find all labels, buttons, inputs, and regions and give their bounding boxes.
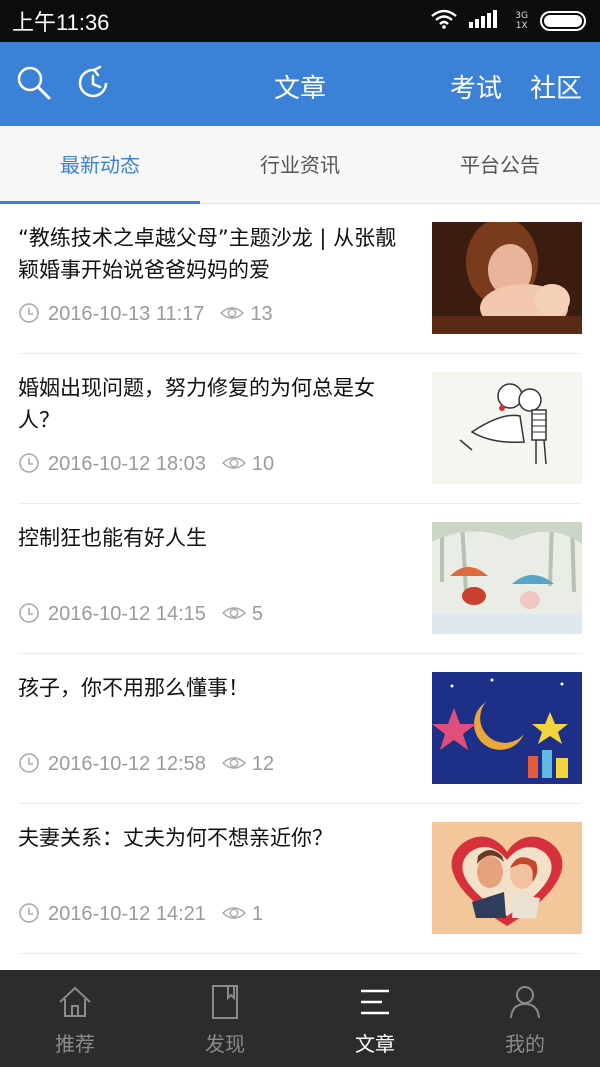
- exam-link[interactable]: 考试: [450, 68, 502, 105]
- tab-latest-news[interactable]: 最新动态: [0, 126, 200, 204]
- eye-icon: [221, 602, 246, 626]
- clock-icon: [18, 602, 42, 626]
- article-views: 12: [221, 752, 275, 776]
- status-time: 上午11:36: [12, 10, 110, 35]
- home-icon: [55, 982, 95, 1022]
- article-time: 2016-10-12 14:15: [48, 602, 206, 625]
- status-bar: 上午11:36 3G 1X: [0, 0, 600, 42]
- article-title: 夫妻关系：丈夫为何不想亲近你？: [18, 826, 333, 850]
- article-thumbnail[interactable]: [432, 222, 582, 334]
- article-views: 5: [221, 602, 264, 626]
- nav-label: 文章: [355, 1032, 395, 1056]
- article-item[interactable]: 夫妻关系：丈夫为何不想亲近你？ 2016-10-12 14:21 1: [18, 804, 582, 954]
- bottom-nav: 推荐 发现 文章 我的: [0, 970, 600, 1067]
- battery-icon: [540, 11, 586, 31]
- book-icon: [205, 982, 245, 1022]
- view-count: 5: [251, 602, 264, 625]
- tab-bar: 最新动态 行业资讯 平台公告: [0, 126, 600, 204]
- article-thumbnail[interactable]: [432, 822, 582, 934]
- article-item[interactable]: “教练技术之卓越父母”主题沙龙 | 从张靓颖婚事开始说爸爸妈妈的爱 2016-1…: [18, 204, 582, 354]
- article-views: 1: [221, 902, 264, 926]
- article-views: 13: [220, 302, 273, 326]
- nav-articles[interactable]: 文章: [300, 970, 450, 1067]
- view-count: 1: [251, 902, 264, 925]
- clock-icon: [18, 902, 42, 926]
- article-meta: 2016-10-12 14:21 1: [18, 902, 263, 926]
- article-title: 控制狂也能有好人生: [18, 526, 207, 550]
- tab-platform-notices[interactable]: 平台公告: [400, 126, 600, 203]
- clock-icon: [18, 452, 42, 476]
- eye-icon: [221, 752, 246, 776]
- article-item[interactable]: 控制狂也能有好人生 2016-10-12 14:15 5: [18, 504, 582, 654]
- nav-label: 推荐: [55, 1032, 95, 1056]
- article-title: 孩子，你不用那么懂事！: [18, 676, 249, 700]
- article-item[interactable]: 孩子，你不用那么懂事！ 2016-10-12 12:58 12: [18, 654, 582, 804]
- article-item[interactable]: 婚姻出现问题，努力修复的为何总是女人？ 2016-10-12 18:03 10: [18, 354, 582, 504]
- article-meta: 2016-10-12 12:58 12: [18, 752, 274, 776]
- status-icons: 3G 1X: [431, 9, 586, 33]
- article-title: “教练技术之卓越父母”主题沙龙 | 从张靓颖婚事开始说爸爸妈妈的爱: [18, 226, 397, 282]
- tab-industry-news[interactable]: 行业资讯: [200, 126, 400, 203]
- menu-lines-icon: [355, 982, 395, 1022]
- wifi-icon: [431, 9, 458, 33]
- eye-icon: [220, 302, 245, 326]
- search-icon[interactable]: [14, 63, 54, 103]
- community-link[interactable]: 社区: [530, 68, 582, 105]
- history-icon[interactable]: [74, 63, 114, 103]
- article-thumbnail[interactable]: [432, 672, 582, 784]
- article-thumbnail[interactable]: [432, 522, 582, 634]
- nav-mine[interactable]: 我的: [450, 970, 600, 1067]
- article-list: “教练技术之卓越父母”主题沙龙 | 从张靓颖婚事开始说爸爸妈妈的爱 2016-1…: [0, 204, 600, 970]
- article-meta: 2016-10-13 11:17 13: [18, 302, 273, 326]
- signal-icon: [469, 10, 503, 32]
- article-meta: 2016-10-12 14:15 5: [18, 602, 263, 626]
- view-count: 12: [251, 752, 275, 775]
- clock-icon: [18, 752, 42, 776]
- person-icon: [505, 982, 545, 1022]
- network-type-bottom: 1X: [515, 21, 528, 31]
- network-type: 3G 1X: [515, 11, 528, 31]
- clock-icon: [18, 302, 42, 326]
- article-time: 2016-10-12 12:58: [48, 752, 206, 775]
- app-header: 文章 考试 社区: [0, 42, 600, 126]
- article-thumbnail[interactable]: [432, 372, 582, 484]
- nav-recommend[interactable]: 推荐: [0, 970, 150, 1067]
- eye-icon: [221, 452, 246, 476]
- view-count: 10: [251, 452, 275, 475]
- article-time: 2016-10-12 14:21: [48, 902, 206, 925]
- article-meta: 2016-10-12 18:03 10: [18, 452, 274, 476]
- article-time: 2016-10-13 11:17: [48, 302, 205, 325]
- article-views: 10: [221, 452, 275, 476]
- nav-label: 发现: [205, 1032, 245, 1056]
- article-title: 婚姻出现问题，努力修复的为何总是女人？: [18, 376, 375, 432]
- eye-icon: [221, 902, 246, 926]
- view-count: 13: [250, 302, 273, 325]
- nav-label: 我的: [505, 1032, 545, 1056]
- network-type-top: 3G: [515, 11, 528, 21]
- nav-discover[interactable]: 发现: [150, 970, 300, 1067]
- article-time: 2016-10-12 18:03: [48, 452, 206, 475]
